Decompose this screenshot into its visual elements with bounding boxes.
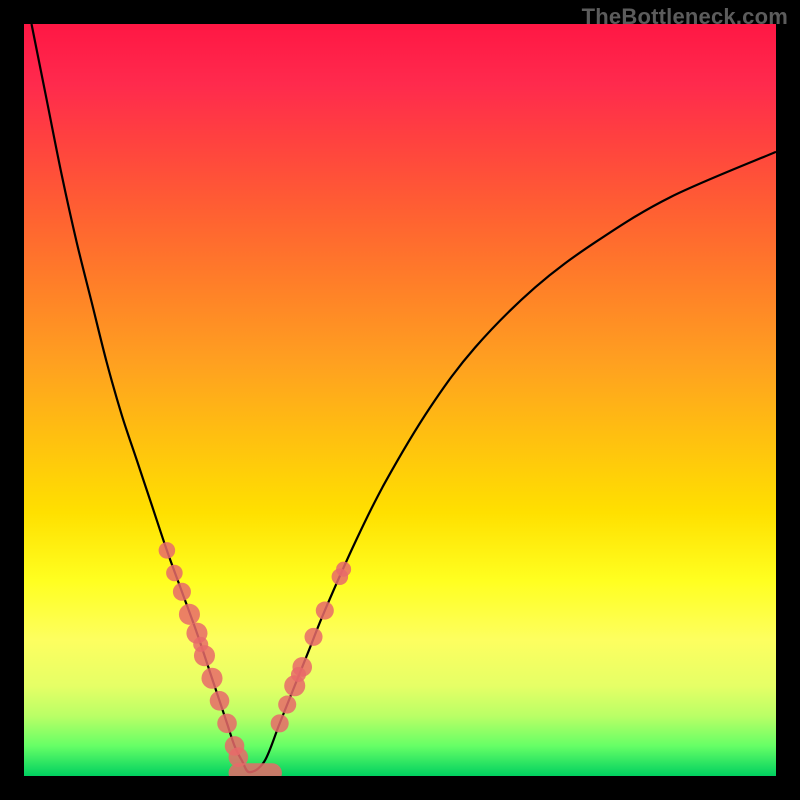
chart-frame: TheBottleneck.com [0,0,800,800]
watermark-text: TheBottleneck.com [582,4,788,30]
plot-background-gradient [24,24,776,776]
